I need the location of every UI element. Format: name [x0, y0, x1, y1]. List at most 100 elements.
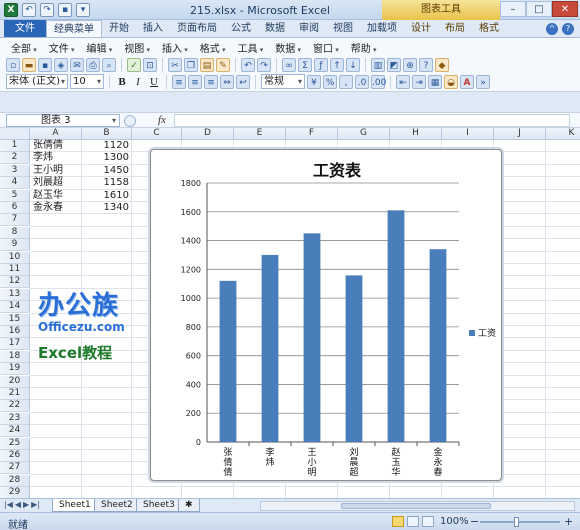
ribbon-tab[interactable]: 数据 [258, 20, 292, 37]
select-all-corner[interactable] [0, 128, 30, 140]
last-sheet-icon[interactable]: ▶| [31, 500, 40, 509]
cut-icon[interactable]: ✂ [168, 58, 182, 72]
row-header[interactable]: 25 [0, 437, 30, 450]
ribbon-tab[interactable]: 审阅 [292, 20, 326, 37]
cell-salary[interactable]: 1450 [82, 165, 132, 177]
options-icon[interactable]: ◆ [435, 58, 449, 72]
sheet-tab[interactable]: Sheet2 [94, 499, 140, 512]
classic-menu-item[interactable]: 视图 [119, 40, 155, 55]
row-header[interactable]: 21 [0, 388, 30, 400]
next-sheet-icon[interactable]: ▶ [23, 500, 29, 509]
row-header[interactable]: 10 [0, 251, 30, 264]
research-icon[interactable]: ⊡ [143, 58, 157, 72]
insert-function-icon[interactable]: ƒ [314, 58, 328, 72]
row-header[interactable]: 7 [0, 214, 30, 227]
row-header[interactable]: 26 [0, 450, 30, 462]
classic-menu-item[interactable]: 文件 [44, 40, 80, 55]
email-icon[interactable]: ✉ [70, 58, 84, 72]
row-header[interactable]: 18 [0, 350, 30, 363]
classic-menu-item[interactable]: 数据 [270, 40, 306, 55]
comma-style-icon[interactable]: , [339, 74, 353, 89]
row-header[interactable]: 28 [0, 474, 30, 487]
name-box-expand-icon[interactable] [124, 115, 136, 127]
align-right-icon[interactable]: ≡ [204, 74, 218, 89]
ribbon-tab[interactable]: 格式 [472, 20, 506, 37]
align-left-icon[interactable]: ≡ [172, 74, 186, 89]
classic-menu-item[interactable]: 全部 [6, 40, 42, 55]
worksheet-grid[interactable]: A B C D E F G H I J K 1 2 3 4 5 6 7 8 9 10 11 12 13 14 15 16 17 18 19… [0, 128, 580, 498]
print-preview-icon[interactable]: ⌕ [102, 58, 116, 72]
column-header[interactable]: H [390, 128, 442, 140]
column-header[interactable]: C [132, 128, 182, 140]
row-header[interactable]: 22 [0, 400, 30, 413]
row-header[interactable]: 19 [0, 363, 30, 376]
column-header[interactable]: J [494, 128, 546, 140]
ribbon-tab[interactable]: 布局 [438, 20, 472, 37]
row-header[interactable]: 20 [0, 375, 30, 388]
column-header[interactable]: I [442, 128, 494, 140]
cell-salary[interactable]: 1300 [82, 152, 132, 164]
ribbon-tab[interactable]: 文件 [4, 20, 46, 37]
insert-sheet-icon[interactable]: ✱ [178, 499, 200, 512]
fill-color-icon[interactable]: ◒ [444, 74, 458, 89]
redo-icon[interactable]: ↷ [257, 58, 271, 72]
drawing-icon[interactable]: ◩ [387, 58, 401, 72]
classic-menu-item[interactable]: 帮助 [346, 40, 382, 55]
new-file-icon[interactable]: ▫ [6, 58, 20, 72]
zoom-out-button[interactable]: − [470, 515, 479, 528]
print-icon[interactable]: ⎙ [86, 58, 100, 72]
redo-icon[interactable]: ↷ [40, 3, 54, 17]
classic-menu-item[interactable]: 插入 [157, 40, 193, 55]
sort-ascending-icon[interactable]: ↑ [330, 58, 344, 72]
font-name-select[interactable]: 宋体 (正文) [6, 74, 68, 89]
maximize-button[interactable]: □ [526, 1, 552, 17]
italic-button[interactable]: I [131, 75, 145, 89]
autosum-icon[interactable]: Σ [298, 58, 312, 72]
underline-button[interactable]: U [147, 75, 161, 89]
undo-icon[interactable]: ↶ [22, 3, 36, 17]
classic-menu-item[interactable]: 编辑 [82, 40, 118, 55]
column-header[interactable]: A [30, 128, 82, 140]
horizontal-scrollbar[interactable] [260, 501, 575, 511]
help-icon[interactable]: ? [419, 58, 433, 72]
save-icon[interactable]: ▪ [38, 58, 52, 72]
bold-button[interactable]: B [115, 75, 129, 89]
percent-icon[interactable]: % [323, 74, 337, 89]
wrap-text-icon[interactable]: ↩ [236, 74, 250, 89]
hyperlink-icon[interactable]: ∞ [282, 58, 296, 72]
row-header[interactable]: 16 [0, 326, 30, 338]
sheet-tab[interactable]: Sheet3 [136, 499, 182, 512]
ribbon-tab[interactable]: 加载项 [360, 20, 404, 37]
prev-sheet-icon[interactable]: ◀ [15, 500, 21, 509]
cell-name[interactable]: 李炜 [30, 152, 82, 164]
row-header[interactable]: 6 [0, 202, 30, 214]
cell-name[interactable]: 王小明 [30, 165, 82, 177]
chart-wizard-icon[interactable]: ▥ [371, 58, 385, 72]
decrease-decimal-icon[interactable]: .00 [371, 74, 386, 89]
sheet-tab[interactable]: Sheet1 [52, 499, 98, 512]
cell-salary[interactable]: 1340 [82, 202, 132, 214]
font-color-icon[interactable]: A [460, 74, 474, 89]
row-header[interactable]: 27 [0, 462, 30, 475]
zoom-slider-knob[interactable] [514, 517, 519, 527]
row-header[interactable]: 29 [0, 487, 30, 498]
ribbon-tab[interactable]: 视图 [326, 20, 360, 37]
classic-menu-item[interactable]: 格式 [195, 40, 231, 55]
align-center-icon[interactable]: ≡ [188, 74, 202, 89]
name-box[interactable]: 图表 3 [6, 114, 120, 127]
row-header[interactable]: 23 [0, 412, 30, 425]
font-size-select[interactable]: 10 [70, 74, 104, 89]
row-header[interactable]: 11 [0, 264, 30, 276]
row-header[interactable]: 24 [0, 425, 30, 438]
cell-salary[interactable]: 1120 [82, 140, 132, 152]
zoom-slider[interactable] [480, 521, 560, 523]
row-header[interactable]: 14 [0, 301, 30, 314]
row-header[interactable]: 3 [0, 164, 30, 177]
increase-indent-icon[interactable]: ⇥ [412, 74, 426, 89]
row-header[interactable]: 17 [0, 338, 30, 351]
open-folder-icon[interactable]: ▬ [22, 58, 36, 72]
zoom-level[interactable]: 100% [440, 516, 469, 527]
minimize-ribbon-icon[interactable]: ^ [546, 22, 558, 35]
cell-name[interactable]: 金永春 [30, 202, 82, 214]
classic-menu-item[interactable]: 窗口 [308, 40, 344, 55]
